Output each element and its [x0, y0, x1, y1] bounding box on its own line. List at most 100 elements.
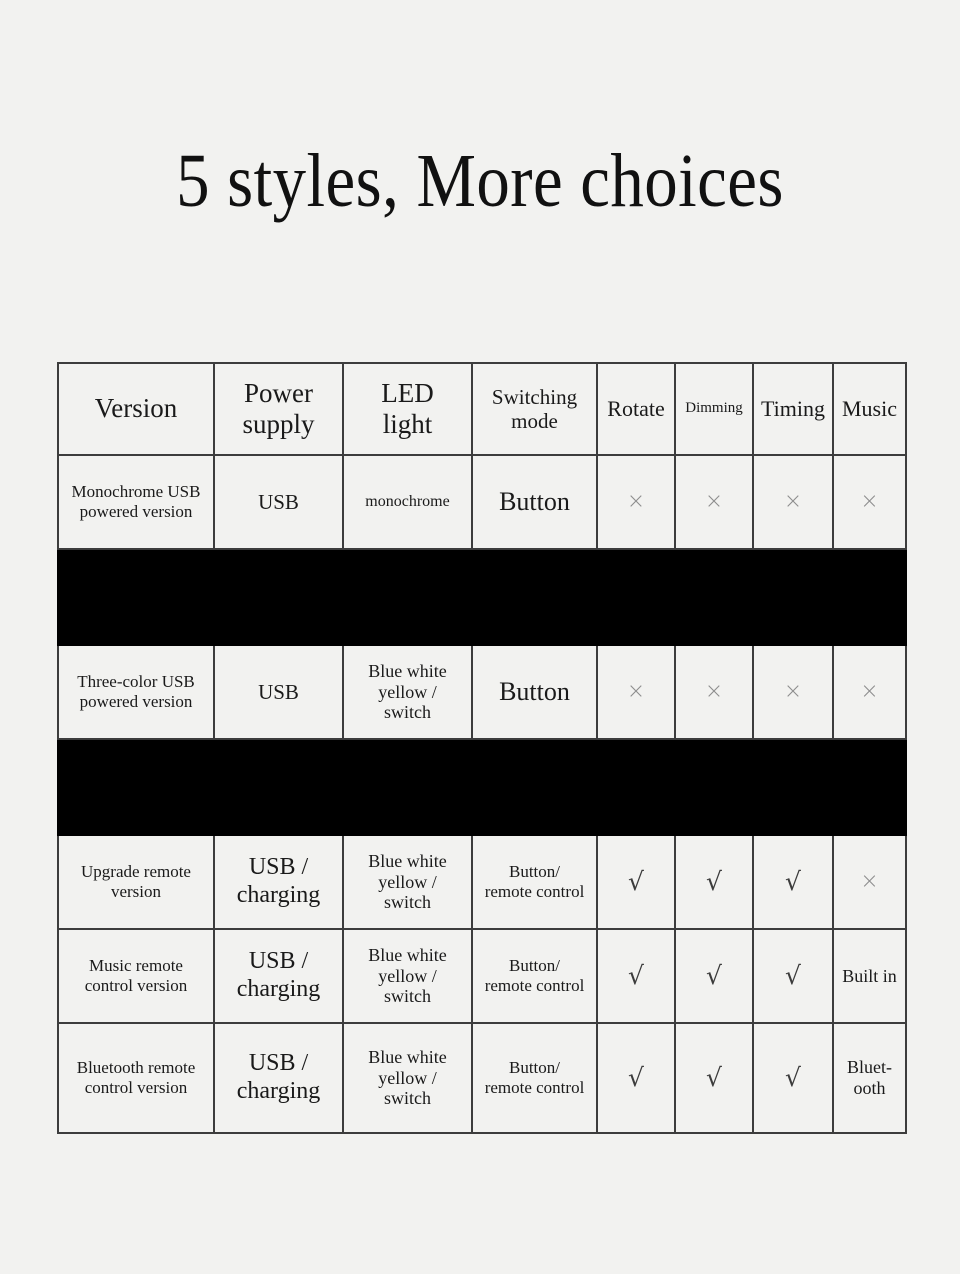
band-cell: [752, 548, 834, 646]
header-cell-switching-mode: Switching mode: [471, 362, 598, 456]
cell-power-supply: USB: [213, 454, 344, 550]
band-cell: [471, 738, 598, 836]
switch-line1: Button/: [508, 956, 560, 976]
header-label-dimming: Dimming: [685, 400, 743, 417]
switch-line1: Button/: [508, 1058, 560, 1078]
switch-line1: Button/: [508, 862, 560, 882]
cell-version: Monochrome USB powered version: [57, 454, 215, 550]
version-line2: powered version: [79, 502, 193, 521]
band-cell: [674, 738, 754, 836]
black-separator-band: [57, 548, 907, 646]
header-label-power-line1: Power: [244, 377, 313, 408]
band-cell: [752, 738, 834, 836]
cell-led-light: Blue white yellow / switch: [342, 1022, 473, 1134]
header-cell-version: Version: [57, 362, 215, 456]
cell-rotate: √: [596, 834, 676, 930]
cell-dimming: √: [674, 928, 754, 1024]
cell-switching-mode: Button: [471, 644, 598, 740]
band-cell: [832, 738, 907, 836]
table-row: Bluetooth remote control version USB / c…: [57, 1022, 907, 1134]
header-label-music: Music: [842, 396, 897, 422]
cell-led-light: Blue white yellow / switch: [342, 928, 473, 1024]
cell-timing: √: [752, 834, 834, 930]
power-line2: charging: [236, 882, 321, 908]
power-value: USB: [258, 679, 299, 704]
table-header-row: Version Power supply LED light Switching…: [57, 362, 907, 456]
cell-version: Bluetooth remote control version: [57, 1022, 215, 1134]
cross-icon: ×: [783, 678, 803, 704]
led-line2: yellow /: [378, 871, 437, 892]
cell-dimming: ×: [674, 454, 754, 550]
music-value: Built in: [842, 965, 897, 986]
check-icon: √: [785, 866, 801, 896]
led-line1: monochrome: [365, 492, 450, 510]
table-row: Three-color USB powered version USB Blue…: [57, 644, 907, 740]
cell-rotate: √: [596, 1022, 676, 1134]
band-cell: [57, 548, 215, 646]
cell-music: ×: [832, 454, 907, 550]
led-line2: yellow /: [378, 1067, 437, 1088]
cell-version: Music remote control version: [57, 928, 215, 1024]
header-label-switch-line1: Switching: [491, 384, 578, 409]
version-line2: powered version: [79, 692, 193, 711]
switch-line2: remote control: [484, 1078, 585, 1097]
band-cell: [596, 548, 676, 646]
cross-icon: ×: [626, 488, 646, 514]
header-label-switch-line2: mode: [511, 409, 558, 433]
led-line2: yellow /: [378, 681, 437, 702]
version-line2: control version: [84, 976, 188, 995]
cross-icon: ×: [704, 488, 724, 514]
led-line1: Blue white: [368, 944, 447, 965]
cell-timing: ×: [752, 454, 834, 550]
spec-table-container: Version Power supply LED light Switching…: [57, 362, 907, 1134]
table-row: Upgrade remote version USB / charging Bl…: [57, 834, 907, 930]
header-label-led-line1: LED: [381, 377, 434, 408]
music-line2: ooth: [853, 1078, 886, 1098]
switch-value: Button: [499, 676, 570, 706]
black-separator-band: [57, 738, 907, 836]
cross-icon: ×: [783, 488, 803, 514]
check-icon: √: [628, 866, 644, 896]
cell-power-supply: USB / charging: [213, 928, 344, 1024]
header-cell-rotate: Rotate: [596, 362, 676, 456]
power-line1: USB /: [248, 1050, 309, 1077]
cell-version: Upgrade remote version: [57, 834, 215, 930]
music-line1: Bluet-: [847, 1057, 892, 1078]
power-line2: charging: [236, 976, 321, 1002]
led-line3: switch: [384, 1088, 431, 1109]
version-line1: Music remote: [89, 956, 183, 976]
band-cell: [342, 738, 473, 836]
cell-rotate: ×: [596, 644, 676, 740]
cell-dimming: ×: [674, 644, 754, 740]
power-line2: charging: [236, 1078, 321, 1104]
cell-timing: √: [752, 1022, 834, 1134]
check-icon: √: [785, 1062, 801, 1092]
band-cell: [213, 738, 344, 836]
header-label-power-line2: supply: [242, 409, 315, 439]
led-line1: Blue white: [368, 1046, 447, 1067]
header-label-rotate: Rotate: [607, 396, 665, 422]
band-cell: [471, 548, 598, 646]
band-cell: [213, 548, 344, 646]
power-line1: USB /: [248, 854, 309, 881]
band-cell: [674, 548, 754, 646]
spec-table: Version Power supply LED light Switching…: [57, 362, 907, 1134]
cell-led-light: Blue white yellow / switch: [342, 834, 473, 930]
band-cell: [342, 548, 473, 646]
check-icon: √: [628, 960, 644, 990]
header-label-timing: Timing: [760, 396, 825, 422]
cell-led-light: Blue white yellow / switch: [342, 644, 473, 740]
cell-power-supply: USB / charging: [213, 834, 344, 930]
cell-music: Bluet- ooth: [832, 1022, 907, 1134]
led-line1: Blue white: [368, 660, 447, 681]
led-line3: switch: [384, 986, 431, 1007]
cell-version: Three-color USB powered version: [57, 644, 215, 740]
header-cell-dimming: Dimming: [674, 362, 754, 456]
cell-power-supply: USB: [213, 644, 344, 740]
check-icon: √: [706, 866, 722, 896]
cell-timing: √: [752, 928, 834, 1024]
cell-switching-mode: Button/ remote control: [471, 834, 598, 930]
led-line3: switch: [384, 702, 431, 723]
cell-music: Built in: [832, 928, 907, 1024]
version-line2: control version: [84, 1078, 188, 1097]
